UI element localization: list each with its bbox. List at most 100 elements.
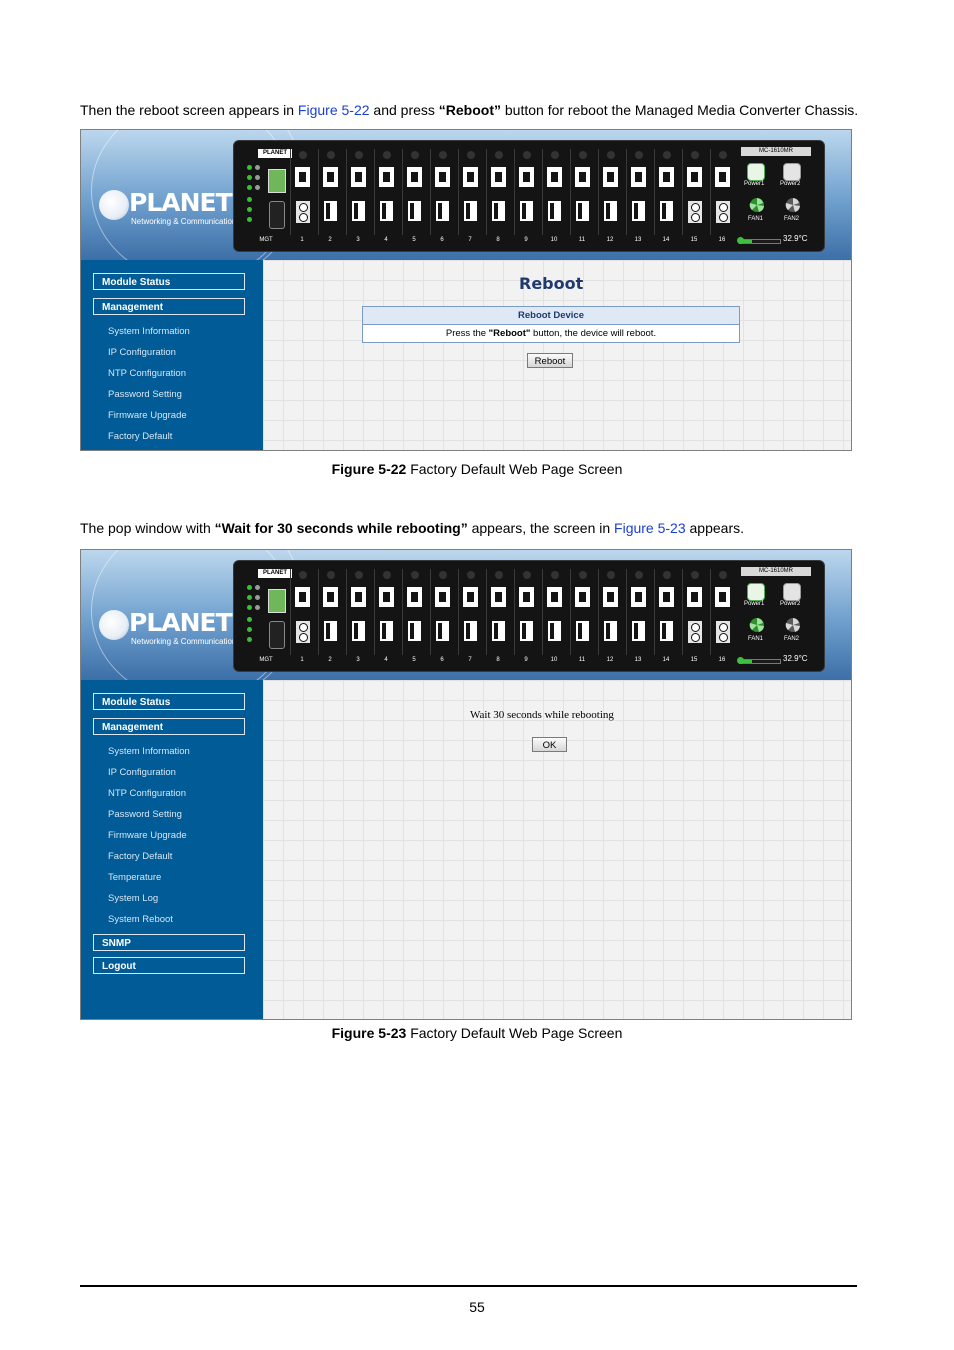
submenu-password-setting[interactable]: Password Setting xyxy=(108,389,182,400)
submenu-ntp-configuration[interactable]: NTP Configuration xyxy=(108,368,186,379)
submenu-firmware-upgrade[interactable]: Firmware Upgrade xyxy=(108,830,187,841)
rj45-port[interactable] xyxy=(379,587,394,607)
converter-slot xyxy=(514,149,539,235)
status-led xyxy=(247,175,252,180)
fiber-port-sc[interactable] xyxy=(296,621,310,643)
fiber-port-sfp[interactable] xyxy=(632,201,645,221)
rj45-port[interactable] xyxy=(659,587,674,607)
submenu-ip-configuration[interactable]: IP Configuration xyxy=(108,347,176,358)
fiber-port-sfp[interactable] xyxy=(464,201,477,221)
rj45-port[interactable] xyxy=(687,587,702,607)
fiber-port-sfp[interactable] xyxy=(492,621,505,641)
rj45-port[interactable] xyxy=(575,167,590,187)
rj45-port[interactable] xyxy=(323,167,338,187)
menu-management[interactable]: Management xyxy=(93,718,245,735)
fiber-port-sfp[interactable] xyxy=(408,621,421,641)
slot-status-icon xyxy=(579,151,587,159)
rj45-port[interactable] xyxy=(295,167,310,187)
rj45-port[interactable] xyxy=(463,587,478,607)
slot-status-icon xyxy=(663,571,671,579)
rj45-port[interactable] xyxy=(519,167,534,187)
fiber-port-sfp[interactable] xyxy=(520,621,533,641)
rj45-port[interactable] xyxy=(491,587,506,607)
submenu-ntp-configuration[interactable]: NTP Configuration xyxy=(108,788,186,799)
fiber-port-sfp[interactable] xyxy=(660,201,673,221)
fiber-port-sfp[interactable] xyxy=(520,201,533,221)
fiber-port-sfp[interactable] xyxy=(408,201,421,221)
fiber-port-sc[interactable] xyxy=(716,201,730,223)
rj45-port[interactable] xyxy=(603,587,618,607)
fiber-port-sfp[interactable] xyxy=(576,621,589,641)
fiber-port-sc[interactable] xyxy=(688,621,702,643)
fiber-port-sfp[interactable] xyxy=(436,621,449,641)
menu-logout[interactable]: Logout xyxy=(93,957,245,974)
rj45-port[interactable] xyxy=(351,587,366,607)
fiber-port-sfp[interactable] xyxy=(464,621,477,641)
rj45-port[interactable] xyxy=(659,167,674,187)
rj45-port[interactable] xyxy=(491,167,506,187)
submenu-factory-default[interactable]: Factory Default xyxy=(108,431,172,442)
port-number-label: 4 xyxy=(384,237,388,243)
fiber-port-sfp[interactable] xyxy=(660,621,673,641)
fiber-port-sfp[interactable] xyxy=(352,201,365,221)
rj45-port[interactable] xyxy=(575,587,590,607)
figure-5-23-link[interactable]: Figure 5-23 xyxy=(614,520,686,536)
submenu-system-information[interactable]: System Information xyxy=(108,326,190,337)
fiber-port-sfp[interactable] xyxy=(380,201,393,221)
submenu-firmware-upgrade[interactable]: Firmware Upgrade xyxy=(108,410,187,421)
menu-module-status[interactable]: Module Status xyxy=(93,693,245,710)
rj45-port[interactable] xyxy=(435,587,450,607)
mgt-ethernet-port[interactable] xyxy=(268,169,286,193)
rj45-port[interactable] xyxy=(407,587,422,607)
ok-button[interactable]: OK xyxy=(532,737,567,752)
rj45-port[interactable] xyxy=(435,167,450,187)
submenu-system-reboot[interactable]: System Reboot xyxy=(108,914,173,925)
fiber-port-sfp[interactable] xyxy=(492,201,505,221)
mgt-ethernet-port[interactable] xyxy=(268,589,286,613)
fiber-port-sfp[interactable] xyxy=(632,621,645,641)
rj45-port[interactable] xyxy=(547,587,562,607)
mgt-serial-port[interactable] xyxy=(269,621,285,649)
rj45-port[interactable] xyxy=(631,167,646,187)
submenu-ip-configuration[interactable]: IP Configuration xyxy=(108,767,176,778)
submenu-system-log[interactable]: System Log xyxy=(108,893,158,904)
fiber-port-sc[interactable] xyxy=(688,201,702,223)
menu-management[interactable]: Management xyxy=(93,298,245,315)
rj45-port[interactable] xyxy=(631,587,646,607)
reboot-button[interactable]: Reboot xyxy=(527,353,573,368)
fiber-port-sfp[interactable] xyxy=(352,621,365,641)
fiber-port-sc[interactable] xyxy=(716,621,730,643)
menu-snmp[interactable]: SNMP xyxy=(93,934,245,951)
rj45-port[interactable] xyxy=(379,167,394,187)
menu-module-status[interactable]: Module Status xyxy=(93,273,245,290)
rj45-port[interactable] xyxy=(351,167,366,187)
rj45-port[interactable] xyxy=(519,587,534,607)
rj45-port[interactable] xyxy=(603,167,618,187)
submenu-factory-default[interactable]: Factory Default xyxy=(108,851,172,862)
mgt-serial-port[interactable] xyxy=(269,201,285,229)
submenu-system-information[interactable]: System Information xyxy=(108,746,190,757)
fiber-port-sfp[interactable] xyxy=(604,201,617,221)
rj45-port[interactable] xyxy=(547,167,562,187)
rj45-port[interactable] xyxy=(407,167,422,187)
rj45-port[interactable] xyxy=(295,587,310,607)
figure-5-22-link[interactable]: Figure 5-22 xyxy=(298,102,370,118)
fiber-port-sfp[interactable] xyxy=(380,621,393,641)
fiber-port-sfp[interactable] xyxy=(548,201,561,221)
rj45-port[interactable] xyxy=(687,167,702,187)
converter-slot xyxy=(710,149,735,235)
fiber-port-sfp[interactable] xyxy=(324,621,337,641)
fiber-port-sc[interactable] xyxy=(296,201,310,223)
submenu-password-setting[interactable]: Password Setting xyxy=(108,809,182,820)
fiber-port-sfp[interactable] xyxy=(436,201,449,221)
submenu-temperature[interactable]: Temperature xyxy=(108,872,161,883)
fiber-port-sfp[interactable] xyxy=(576,201,589,221)
rj45-port[interactable] xyxy=(463,167,478,187)
rj45-port[interactable] xyxy=(715,167,730,187)
rj45-port[interactable] xyxy=(715,587,730,607)
fan2-icon xyxy=(785,197,801,213)
fiber-port-sfp[interactable] xyxy=(548,621,561,641)
fiber-port-sfp[interactable] xyxy=(324,201,337,221)
fiber-port-sfp[interactable] xyxy=(604,621,617,641)
rj45-port[interactable] xyxy=(323,587,338,607)
